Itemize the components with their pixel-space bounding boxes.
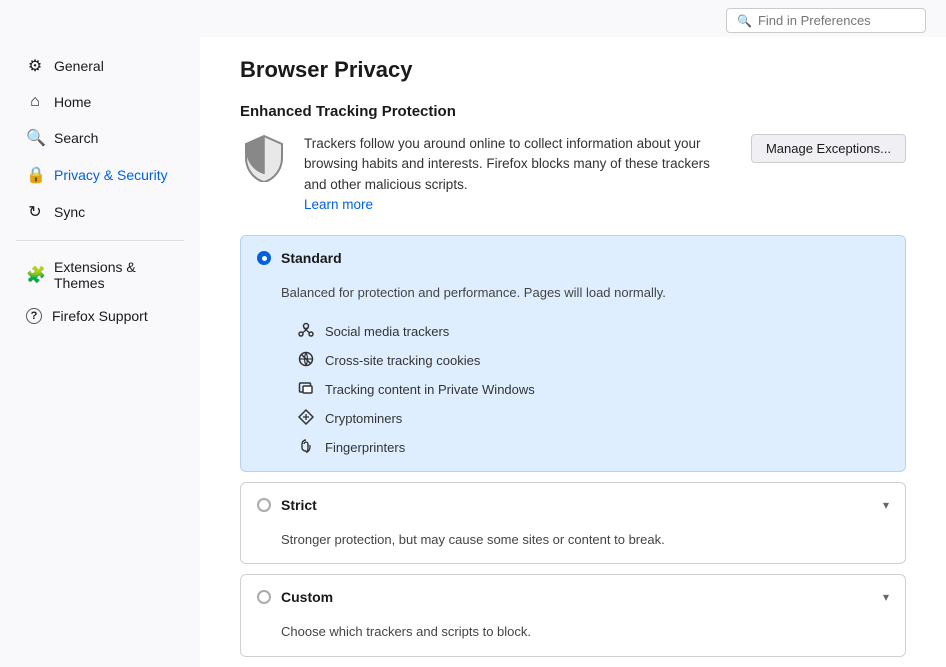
- shield-icon: [240, 134, 288, 182]
- strict-chevron-icon: ▾: [883, 498, 889, 512]
- sidebar-label-sync: Sync: [54, 204, 85, 220]
- sidebar-label-support: Firefox Support: [52, 308, 148, 324]
- list-item: Social media trackers: [297, 322, 889, 341]
- sidebar-item-support[interactable]: ? Firefox Support: [6, 300, 194, 332]
- support-icon: ?: [26, 308, 42, 324]
- standard-radio[interactable]: [257, 251, 271, 265]
- list-item: Fingerprinters: [297, 438, 889, 457]
- fingerprinter-icon: [297, 438, 315, 457]
- sidebar-label-general: General: [54, 58, 104, 74]
- learn-more-link[interactable]: Learn more: [304, 197, 373, 212]
- lock-icon: 🔒: [26, 165, 44, 185]
- sidebar-label-extensions: Extensions & Themes: [54, 259, 174, 291]
- strict-option-label: Strict: [281, 497, 317, 513]
- sidebar-item-sync[interactable]: ↻ Sync: [6, 194, 194, 230]
- social-tracker-icon: [297, 322, 315, 341]
- page-title: Browser Privacy: [240, 57, 906, 83]
- sidebar-label-privacy: Privacy & Security: [54, 167, 168, 183]
- find-in-preferences-input[interactable]: [758, 13, 915, 28]
- home-icon: ⌂: [26, 93, 44, 111]
- strict-option-card: Strict ▾ Stronger protection, but may ca…: [240, 482, 906, 564]
- standard-option-header[interactable]: Standard: [241, 236, 905, 280]
- gear-icon: ⚙: [26, 56, 44, 76]
- custom-radio[interactable]: [257, 590, 271, 604]
- main-content: Browser Privacy Enhanced Tracking Protec…: [200, 37, 946, 667]
- custom-option-description: Choose which trackers and scripts to blo…: [241, 619, 905, 655]
- social-tracker-label: Social media trackers: [325, 324, 449, 339]
- private-window-icon: [297, 380, 315, 399]
- custom-chevron-icon: ▾: [883, 590, 889, 604]
- sync-icon: ↻: [26, 202, 44, 222]
- find-in-preferences-bar[interactable]: 🔍: [726, 8, 926, 33]
- sidebar-item-privacy[interactable]: 🔒 Privacy & Security: [6, 157, 194, 193]
- custom-option-header[interactable]: Custom ▾: [241, 575, 905, 619]
- tracker-list: Social media trackers Cross-site trackin…: [241, 316, 905, 471]
- sidebar-label-search: Search: [54, 130, 98, 146]
- tracking-description: Trackers follow you around online to col…: [304, 134, 735, 215]
- strict-option-header[interactable]: Strict ▾: [241, 483, 905, 527]
- strict-radio[interactable]: [257, 498, 271, 512]
- standard-option-description: Balanced for protection and performance.…: [241, 280, 905, 316]
- fingerprinter-label: Fingerprinters: [325, 440, 405, 455]
- standard-option-card: Standard Balanced for protection and per…: [240, 235, 906, 472]
- strict-option-description: Stronger protection, but may cause some …: [241, 527, 905, 563]
- list-item: Cryptominers: [297, 409, 889, 428]
- tracking-content-label: Tracking content in Private Windows: [325, 382, 535, 397]
- cross-site-icon: [297, 351, 315, 370]
- sidebar-label-home: Home: [54, 94, 91, 110]
- standard-option-label: Standard: [281, 250, 342, 266]
- sidebar-item-extensions[interactable]: 🧩 Extensions & Themes: [6, 251, 194, 299]
- custom-option-label: Custom: [281, 589, 333, 605]
- extensions-icon: 🧩: [26, 265, 44, 285]
- sidebar-divider: [16, 240, 184, 241]
- search-nav-icon: 🔍: [26, 128, 44, 148]
- section-title: Enhanced Tracking Protection: [240, 103, 906, 120]
- manage-exceptions-button[interactable]: Manage Exceptions...: [751, 134, 906, 163]
- sidebar-item-home[interactable]: ⌂ Home: [6, 85, 194, 119]
- tracking-protection-header: Trackers follow you around online to col…: [240, 134, 906, 215]
- cryptominer-label: Cryptominers: [325, 411, 402, 426]
- cross-site-label: Cross-site tracking cookies: [325, 353, 480, 368]
- sidebar-item-search[interactable]: 🔍 Search: [6, 120, 194, 156]
- sidebar: ⚙ General ⌂ Home 🔍 Search 🔒 Privacy & Se…: [0, 37, 200, 667]
- sidebar-item-general[interactable]: ⚙ General: [6, 48, 194, 84]
- search-icon: 🔍: [737, 14, 752, 28]
- list-item: Cross-site tracking cookies: [297, 351, 889, 370]
- list-item: Tracking content in Private Windows: [297, 380, 889, 399]
- custom-option-card: Custom ▾ Choose which trackers and scrip…: [240, 574, 906, 656]
- cryptominer-icon: [297, 409, 315, 428]
